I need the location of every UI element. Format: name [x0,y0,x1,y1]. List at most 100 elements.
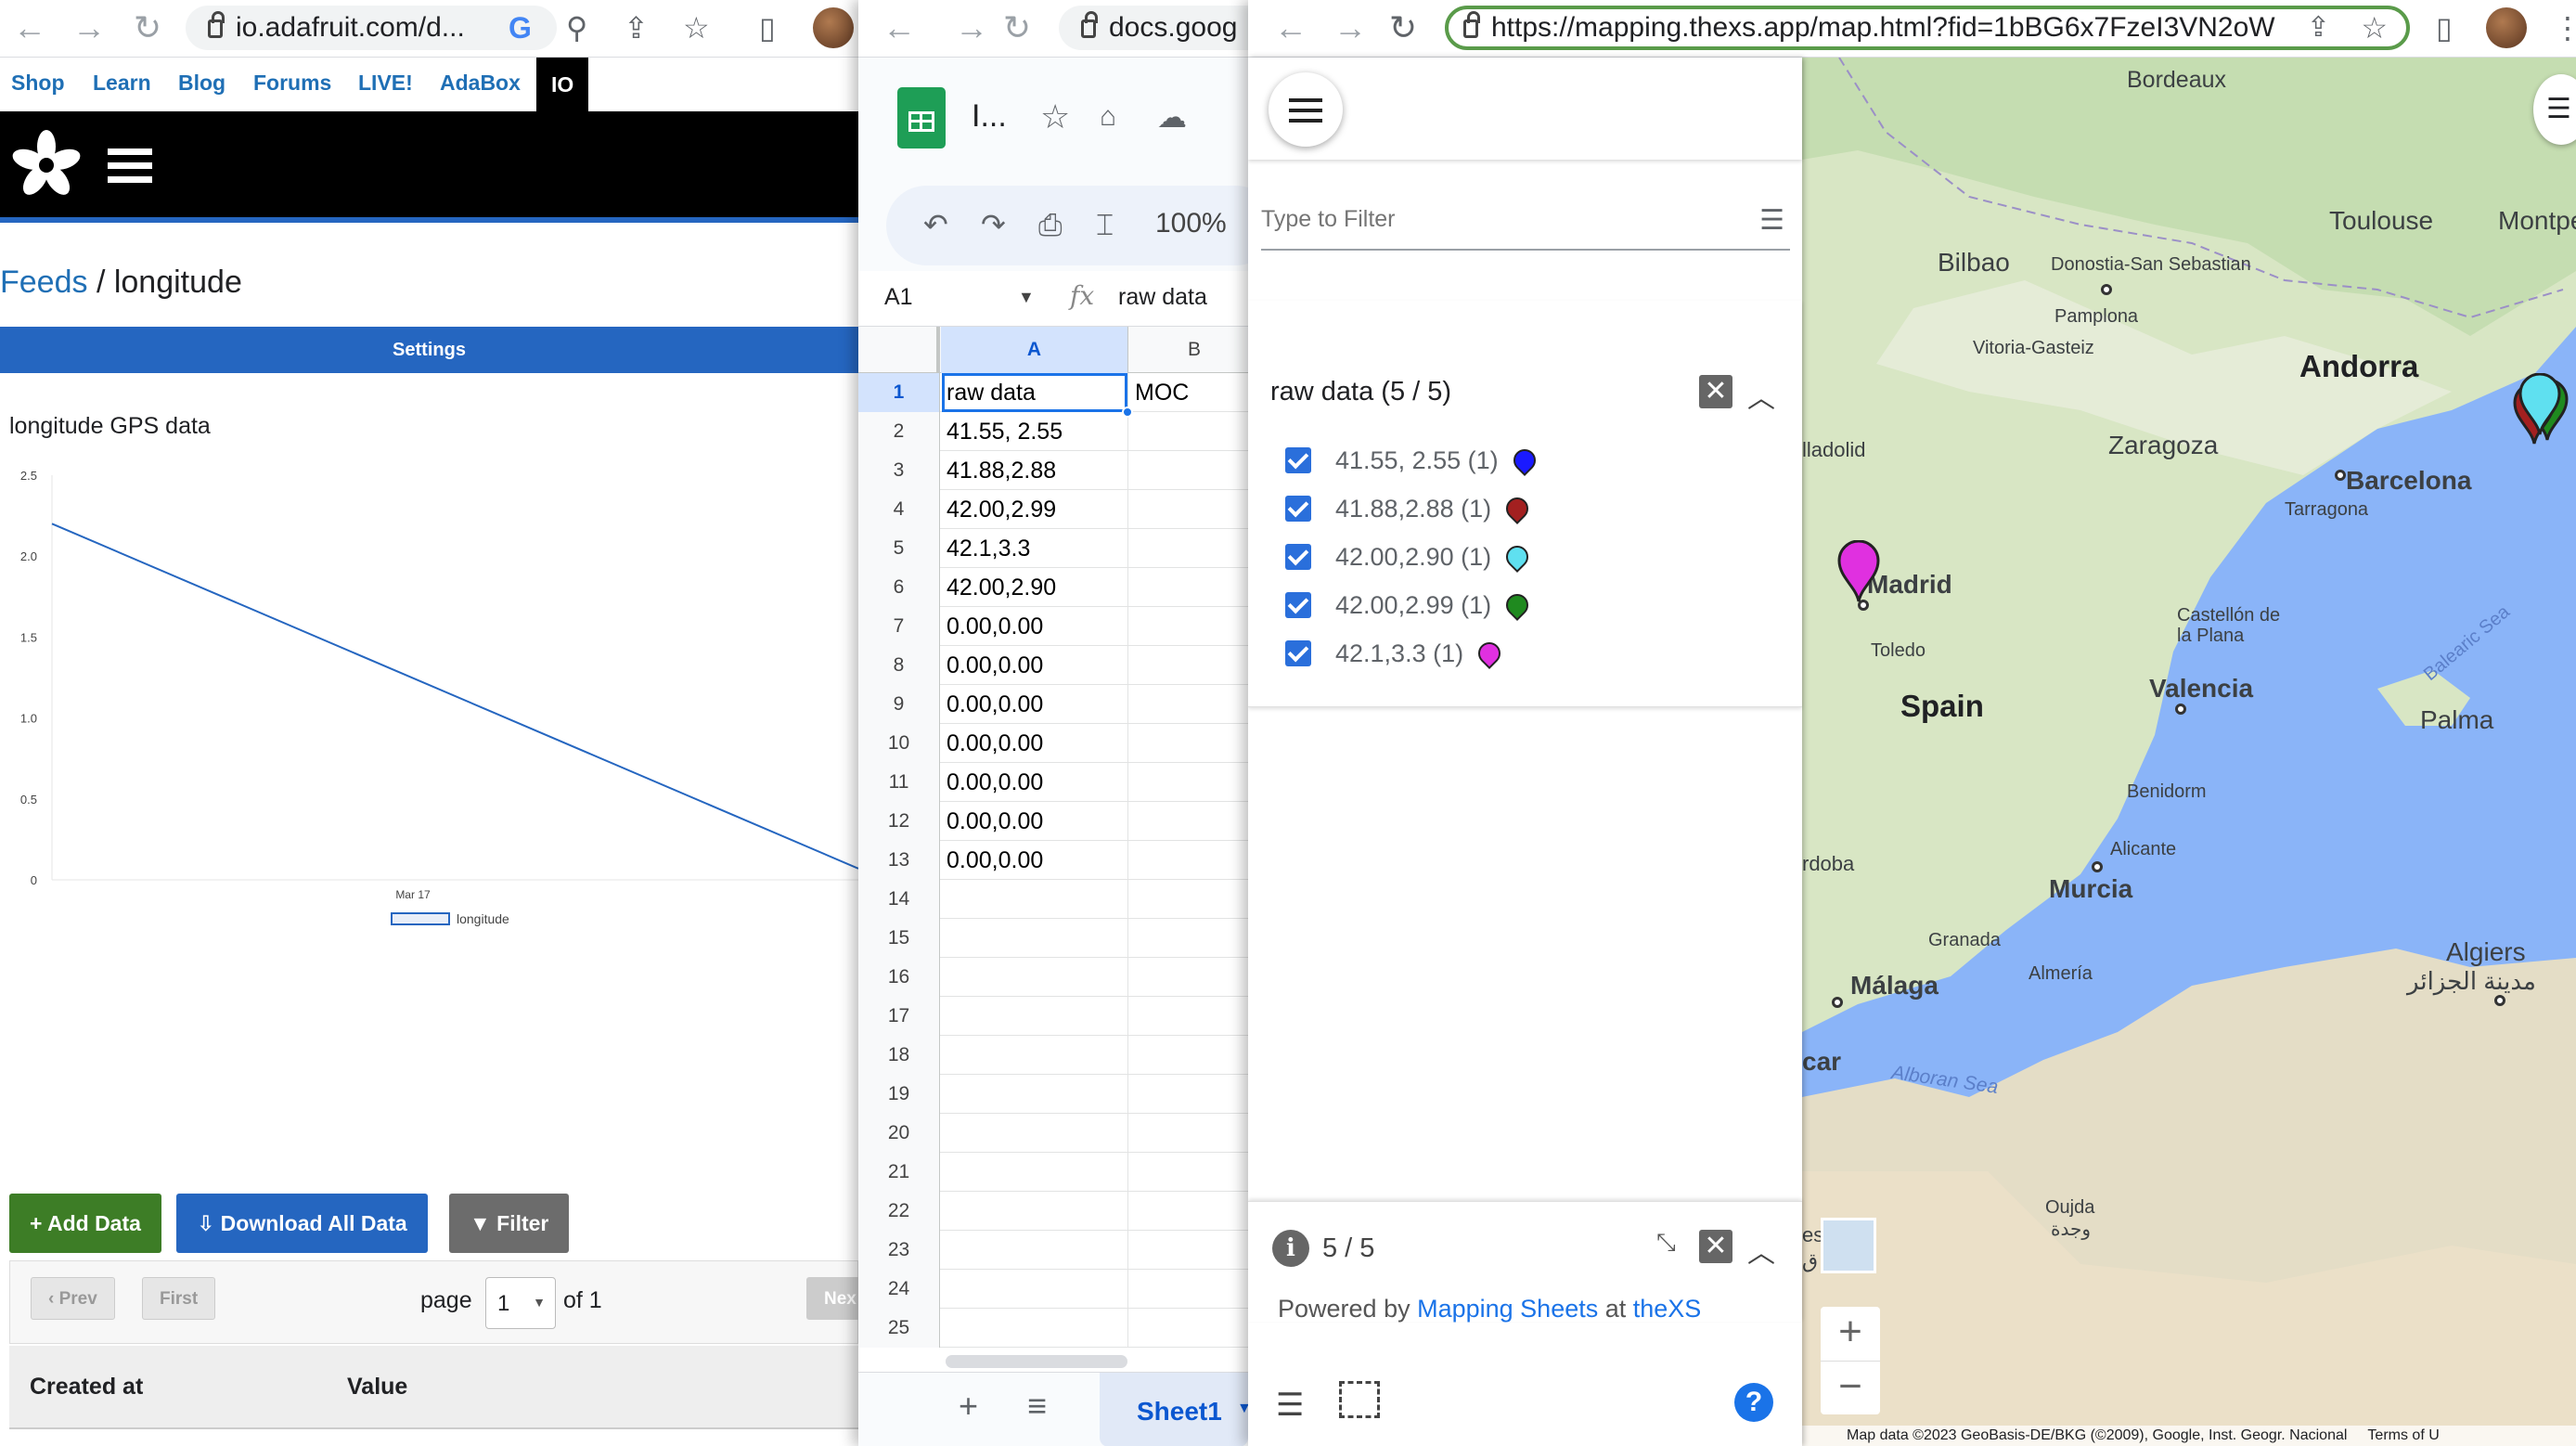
cell-b[interactable] [1129,646,1248,685]
sidepanel-icon[interactable]: ▯ [759,9,776,46]
first-button[interactable]: First [142,1277,216,1320]
layer-item[interactable]: 42.00,2.90 (1) [1285,536,1534,577]
name-box[interactable]: A1 [884,284,913,311]
forward-icon[interactable]: → [1333,11,1367,45]
horizontal-scrollbar[interactable] [946,1355,1127,1368]
nav-adabox[interactable]: AdaBox [440,71,521,96]
hamburger-menu-icon[interactable] [108,148,152,183]
cell-b[interactable] [1129,958,1248,997]
reload-icon[interactable]: ↻ [1003,11,1031,45]
address-bar[interactable]: docs.goog [1059,6,1248,50]
help-icon[interactable]: ? [1734,1383,1773,1422]
adafruit-logo-icon[interactable] [9,128,84,202]
download-all-data-button[interactable]: ⇩ Download All Data [176,1194,428,1253]
column-header-a[interactable]: A [941,327,1128,373]
reload-icon[interactable]: ↻ [1389,11,1417,45]
cloud-status-icon[interactable]: ☁ [1157,98,1187,136]
row-header[interactable]: 20 [858,1114,940,1153]
sheets-logo-icon[interactable] [897,87,946,148]
tab-settings[interactable]: Settings [0,327,858,373]
checkbox-checked-icon[interactable] [1285,592,1311,618]
cell-b[interactable] [1129,724,1248,763]
share-icon[interactable]: ⇪ [624,9,649,46]
share-icon[interactable]: ⇪ [2307,9,2330,46]
menu-dots-icon[interactable]: ⋮ [2553,9,2576,46]
cell-a[interactable]: 0.00,0.00 [941,685,1128,724]
cell-a[interactable]: 0.00,0.00 [941,802,1128,841]
row-header[interactable]: 25 [858,1309,940,1348]
mapping-sheets-link[interactable]: Mapping Sheets [1417,1295,1598,1323]
redo-icon[interactable]: ↷ [981,206,1006,243]
zoom-out-button[interactable]: − [1821,1361,1880,1414]
cell-a[interactable]: raw data [941,373,1128,412]
cell-b[interactable] [1129,1036,1248,1075]
clear-icon[interactable]: ✕ [1699,1230,1732,1263]
cell-a[interactable] [941,997,1128,1036]
cell-a[interactable]: 42.1,3.3 [941,529,1128,568]
row-header[interactable]: 2 [858,412,940,451]
row-header[interactable]: 15 [858,919,940,958]
nav-live[interactable]: LIVE! [358,71,413,96]
map-marker-cyan-icon[interactable] [2517,373,2563,438]
all-sheets-icon[interactable]: ≡ [1027,1388,1047,1425]
back-icon[interactable]: ← [13,11,46,45]
filter-input[interactable] [1261,195,1707,243]
print-icon[interactable]: ⎙ [1038,206,1063,243]
row-header[interactable]: 1 [858,373,940,412]
nav-shop[interactable]: Shop [11,71,65,96]
row-header[interactable]: 3 [858,451,940,490]
cell-b[interactable] [1129,685,1248,724]
col-created-at[interactable]: Created at [30,1374,143,1401]
cell-b[interactable] [1129,568,1248,607]
back-icon[interactable]: ← [882,11,916,45]
formula-input[interactable]: raw data [1118,284,1207,311]
map-marker-magenta-icon[interactable] [1835,540,1882,605]
address-bar[interactable]: io.adafruit.com/d... [186,6,557,50]
layer-item[interactable]: 41.55, 2.55 (1) [1285,440,1540,481]
cell-a[interactable]: 41.55, 2.55 [941,412,1128,451]
doc-title[interactable]: I... [972,98,1007,135]
cell-a[interactable] [941,1309,1128,1348]
cell-b[interactable] [1129,412,1248,451]
menu-button[interactable] [1269,72,1343,147]
nav-io[interactable]: IO [536,58,589,111]
layer-item[interactable]: 42.00,2.99 (1) [1285,585,1534,626]
row-header[interactable]: 14 [858,880,940,919]
row-header[interactable]: 6 [858,568,940,607]
cell-a[interactable]: 41.88,2.88 [941,451,1128,490]
cell-a[interactable] [941,958,1128,997]
layer-item[interactable]: 41.88,2.88 (1) [1285,488,1534,529]
row-header[interactable]: 10 [858,724,940,763]
cell-b[interactable] [1129,919,1248,958]
checkbox-checked-icon[interactable] [1285,447,1311,473]
cell-b[interactable] [1129,451,1248,490]
filter-field[interactable]: ☰ [1261,195,1790,251]
cell-a[interactable] [941,919,1128,958]
star-icon[interactable]: ☆ [1040,98,1070,136]
collapse-icon[interactable]: ︿ [1747,375,1775,416]
cell-a[interactable]: 0.00,0.00 [941,724,1128,763]
row-header[interactable]: 5 [858,529,940,568]
cell-a[interactable] [941,1270,1128,1309]
undo-icon[interactable]: ↶ [923,206,948,243]
star-icon[interactable]: ☆ [2361,9,2388,46]
thexs-link[interactable]: theXS [1633,1295,1702,1323]
sidepanel-icon[interactable]: ▯ [2436,9,2453,46]
list-icon[interactable]: ☰ [1276,1387,1304,1424]
reload-icon[interactable]: ↻ [134,11,161,45]
zoom-in-button[interactable]: + [1821,1307,1880,1361]
chevron-down-icon[interactable]: ▼ [1018,288,1035,307]
forward-icon[interactable]: → [955,11,988,45]
column-header-b[interactable]: B [1129,327,1248,373]
map-type-thumbnail[interactable] [1821,1218,1876,1273]
cell-b[interactable] [1129,607,1248,646]
filter-button[interactable]: ▼ Filter [449,1194,570,1253]
map-canvas[interactable]: Bordeaux Toulouse Montpe Bilbao Donostia… [1802,58,2576,1446]
cell-b[interactable] [1129,529,1248,568]
cell-a[interactable]: 42.00,2.99 [941,490,1128,529]
cell-b[interactable] [1129,1270,1248,1309]
info-icon[interactable]: i [1272,1230,1309,1267]
avatar[interactable] [813,7,854,48]
tab-sheet1[interactable]: Sheet1 ▼ [1100,1373,1248,1446]
cell-b[interactable] [1129,1153,1248,1192]
